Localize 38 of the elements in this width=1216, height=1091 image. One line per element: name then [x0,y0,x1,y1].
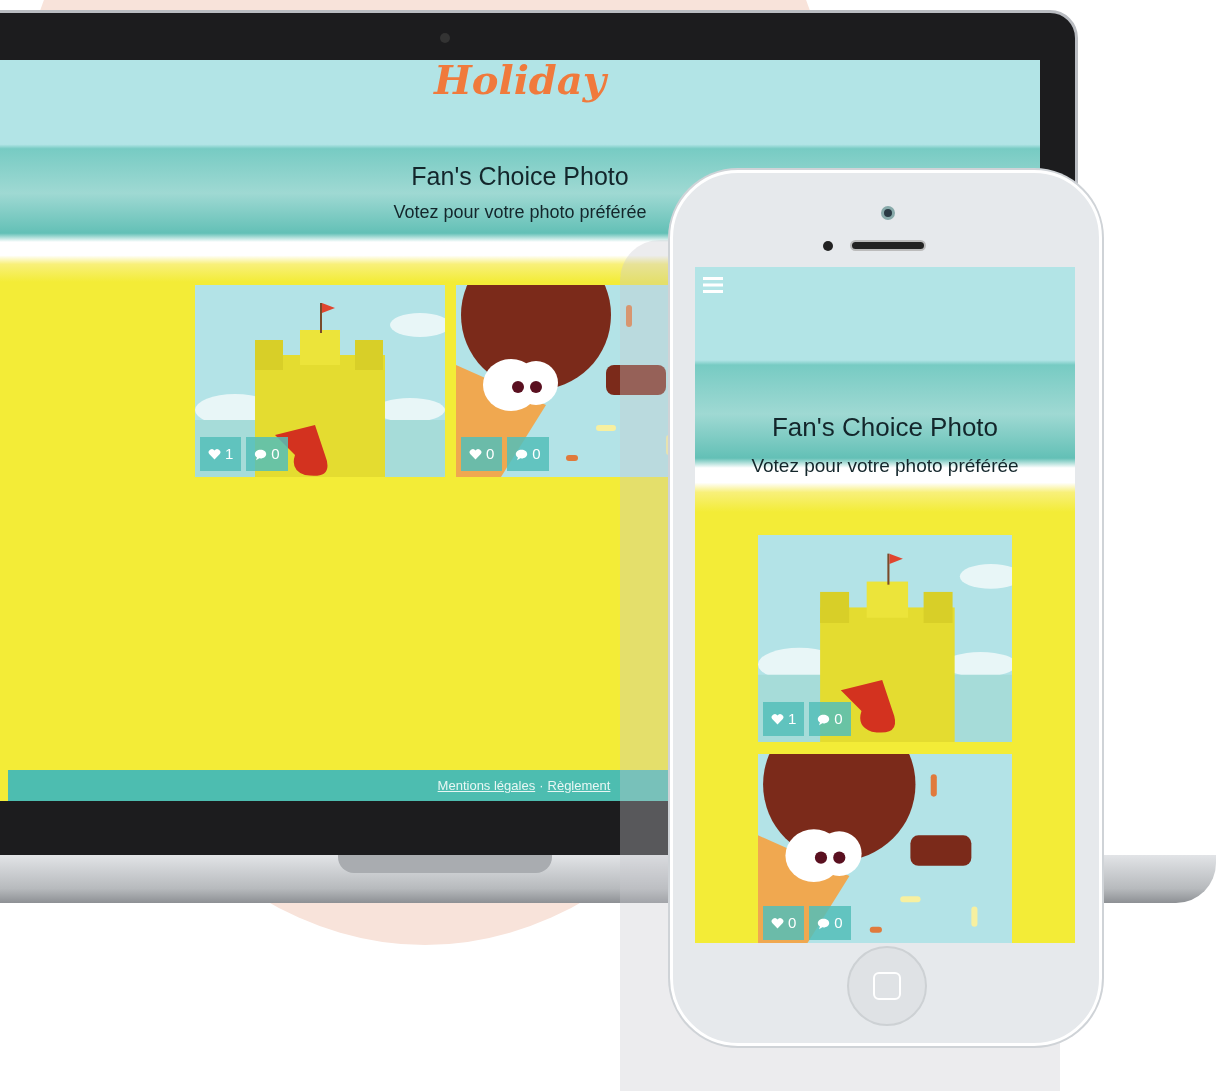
separator: · [539,776,544,795]
comment-badge[interactable]: 0 [809,702,851,736]
comment-badge[interactable]: 0 [809,906,851,940]
page-title: Fan's Choice Photo [771,413,999,442]
comment-badge[interactable]: 0 [246,437,288,471]
photo-card[interactable]: 1 0 [758,535,1012,742]
comment-count: 0 [834,708,843,729]
speech-bubble-icon [817,916,831,930]
comment-count: 0 [271,443,280,464]
heart-icon [771,916,784,930]
like-badge[interactable]: 0 [461,437,503,471]
speech-bubble-icon [817,712,831,726]
comment-count: 0 [834,912,843,933]
like-count: 0 [486,443,495,464]
comment-badge[interactable]: 0 [507,437,549,471]
like-count: 1 [225,443,234,464]
speech-bubble-icon [515,447,529,461]
heart-icon [208,447,221,461]
heart-icon [771,712,784,726]
speech-bubble-icon [254,447,268,461]
comment-count: 0 [532,443,541,464]
page-subtitle: Votez pour votre photo préférée [393,202,647,223]
photo-card[interactable]: 1 0 [195,285,445,477]
footer-link[interactable]: Règlement [547,775,611,796]
camera-icon [881,206,895,220]
camera-icon [440,33,450,43]
footer-link[interactable]: Mentions légales [437,775,536,796]
like-badge[interactable]: 1 [763,702,805,736]
photo-card[interactable]: 0 0 [758,754,1012,943]
like-badge[interactable]: 0 [763,906,805,940]
page-title: Fan's Choice Photo [411,163,629,191]
heart-icon [469,447,482,461]
page-subtitle: Votez pour votre photo préférée [751,455,1019,477]
like-badge[interactable]: 1 [200,437,242,471]
like-count: 1 [788,708,797,729]
speaker-icon [850,240,926,251]
like-count: 0 [788,912,797,933]
sensor-icon [823,241,833,251]
